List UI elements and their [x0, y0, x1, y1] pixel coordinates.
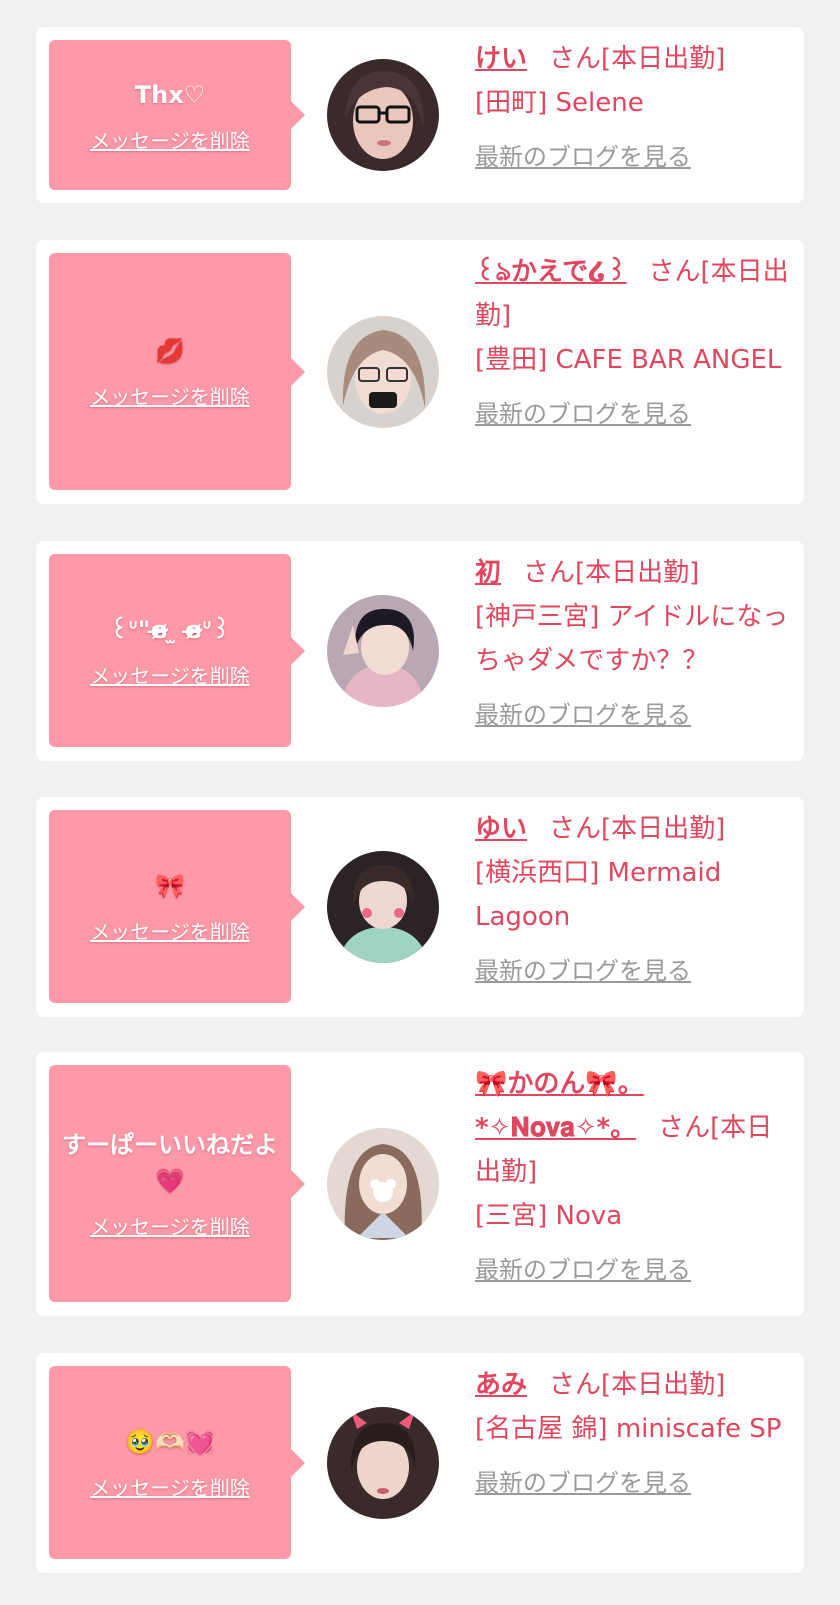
avatar[interactable]: [327, 59, 439, 171]
shop-label: [三宮] Nova: [475, 1201, 623, 1231]
shop-label: [名古屋 錦] miniscafe SP: [475, 1414, 782, 1444]
cast-name-link[interactable]: ゆい: [475, 814, 527, 844]
cast-name-link[interactable]: 初: [475, 558, 501, 588]
shop-label: [横浜西口] Mermaid Lagoon: [475, 858, 722, 932]
message-bubble: 💋 メッセージを削除: [49, 253, 305, 490]
honorific-label: さん: [523, 558, 576, 588]
latest-blog-link[interactable]: 最新のブログを見る: [475, 695, 790, 735]
message-bubble: 🎀 メッセージを削除: [49, 810, 305, 1003]
message-bubble: ꒰ᐡ"ɞ̴̶̷ ̫ ɞ̴̶̷ᐡ꒱ メッセージを削除: [49, 554, 305, 747]
message-text: 🥹🫶🏻💓: [125, 1428, 215, 1456]
status-label: [本日出勤]: [575, 558, 700, 588]
honorific-label: さん: [648, 257, 701, 287]
shop-label: [豊田] CAFE BAR ANGEL: [475, 345, 782, 375]
status-label: [本日出勤]: [601, 44, 726, 74]
message-card: すーぱーいいねだよ💗 メッセージを削除 🎀かのん🎀。*✧𝐍𝐨𝐯𝐚✧*。 さん[本日…: [36, 1052, 804, 1316]
message-bubble: 🥹🫶🏻💓 メッセージを削除: [49, 1366, 305, 1559]
cast-info: 🎀かのん🎀。*✧𝐍𝐨𝐯𝐚✧*。 さん[本日出勤] [三宮] Nova 最新のブログ…: [475, 1062, 790, 1290]
avatar[interactable]: [327, 595, 439, 707]
cast-name-link[interactable]: あみ: [475, 1370, 527, 1400]
cast-name-link[interactable]: けい: [475, 44, 527, 74]
message-bubble: Thx♡ メッセージを削除: [49, 40, 305, 190]
latest-blog-link[interactable]: 最新のブログを見る: [475, 137, 790, 177]
latest-blog-link[interactable]: 最新のブログを見る: [475, 394, 790, 434]
honorific-label: さん: [658, 1113, 711, 1143]
cast-info: ゆい さん[本日出勤] [横浜西口] Mermaid Lagoon 最新のブログを…: [475, 807, 790, 991]
delete-message-link[interactable]: メッセージを削除: [90, 660, 250, 689]
delete-message-link[interactable]: メッセージを削除: [90, 125, 250, 154]
avatar[interactable]: [327, 1128, 439, 1240]
cast-info: 初さん[本日出勤] [神戸三宮] アイドルになっちゃダメですか？？ 最新のブログ…: [475, 551, 790, 735]
cast-info: けい さん[本日出勤] [田町] Selene 最新のブログを見る: [475, 37, 790, 177]
message-text: ꒰ᐡ"ɞ̴̶̷ ̫ ɞ̴̶̷ᐡ꒱: [109, 616, 231, 644]
delete-message-link[interactable]: メッセージを削除: [90, 381, 250, 410]
honorific-label: さん: [549, 814, 602, 844]
latest-blog-link[interactable]: 最新のブログを見る: [475, 1463, 790, 1503]
message-bubble: すーぱーいいねだよ💗 メッセージを削除: [49, 1065, 305, 1302]
avatar[interactable]: [327, 851, 439, 963]
message-text: すーぱーいいねだよ💗: [62, 1131, 278, 1195]
honorific-label: さん: [549, 44, 602, 74]
cast-info: あみ さん[本日出勤] [名古屋 錦] miniscafe SP 最新のブログを見…: [475, 1363, 790, 1503]
shop-label: [田町] Selene: [475, 88, 644, 118]
message-card: Thx♡ メッセージを削除 けい さん[本日出勤] [田町] Selene 最新の…: [36, 27, 804, 203]
status-label: [本日出勤]: [601, 1370, 726, 1400]
honorific-label: さん: [549, 1370, 602, 1400]
status-label: [本日出勤]: [601, 814, 726, 844]
message-card: 🥹🫶🏻💓 メッセージを削除 あみ さん[本日出勤] [名古屋 錦] minisca…: [36, 1353, 804, 1573]
avatar[interactable]: [327, 1407, 439, 1519]
message-card: 💋 メッセージを削除 ꒰ঌかえで໒꒱ さん[本日出勤] [豊田] CAFE BAR…: [36, 240, 804, 504]
avatar[interactable]: [327, 316, 439, 428]
message-card: ꒰ᐡ"ɞ̴̶̷ ̫ ɞ̴̶̷ᐡ꒱ メッセージを削除 初さん[本日出勤] [神戸三…: [36, 541, 804, 761]
message-text: 💋: [155, 337, 185, 365]
latest-blog-link[interactable]: 最新のブログを見る: [475, 951, 790, 991]
delete-message-link[interactable]: メッセージを削除: [90, 1472, 250, 1501]
cast-name-link[interactable]: ꒰ঌかえで໒꒱: [475, 257, 627, 287]
delete-message-link[interactable]: メッセージを削除: [90, 1211, 250, 1240]
message-card: 🎀 メッセージを削除 ゆい さん[本日出勤] [横浜西口] Mermaid Lag…: [36, 797, 804, 1017]
delete-message-link[interactable]: メッセージを削除: [90, 916, 250, 945]
latest-blog-link[interactable]: 最新のブログを見る: [475, 1250, 790, 1290]
shop-label: [神戸三宮] アイドルになっちゃダメですか？？: [475, 602, 789, 676]
message-text: Thx♡: [134, 80, 206, 109]
message-list: Thx♡ メッセージを削除 けい さん[本日出勤] [田町] Selene 最新の…: [0, 0, 840, 1605]
message-text: 🎀: [155, 872, 185, 900]
cast-name-link[interactable]: 🎀かのん🎀。*✧𝐍𝐨𝐯𝐚✧*。: [475, 1069, 644, 1143]
cast-info: ꒰ঌかえで໒꒱ さん[本日出勤] [豊田] CAFE BAR ANGEL 最新のブ…: [475, 250, 790, 434]
